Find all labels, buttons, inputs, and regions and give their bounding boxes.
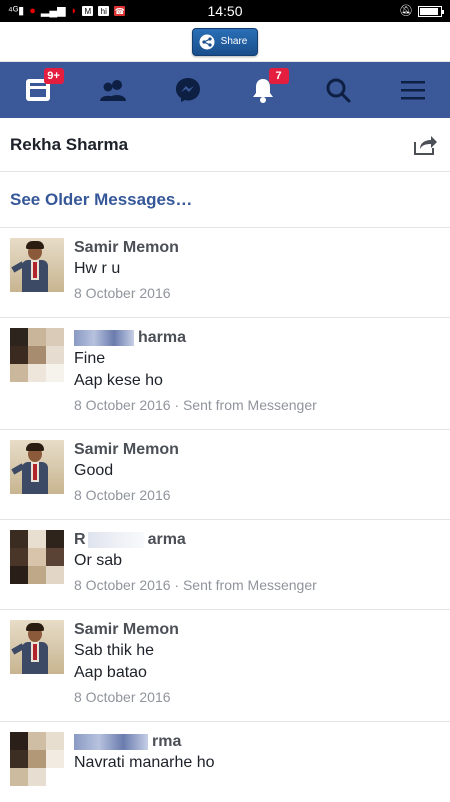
sender-name[interactable]: harma: [74, 328, 440, 348]
message-item[interactable]: Rarma Or sab 8 October 2016 · Sent from …: [0, 520, 450, 610]
status-left-icons: ⁴ᴳ▮ ● ▂▄▆ ◗ M hi ☎: [8, 4, 126, 17]
battery-icon: [418, 5, 444, 17]
nav-messenger[interactable]: [168, 70, 208, 110]
message-item[interactable]: harma Fine Aap kese ho 8 October 2016 · …: [0, 318, 450, 430]
nav-notifications[interactable]: 7: [243, 68, 289, 110]
signal-bars-icon: ▂▄▆: [40, 4, 66, 17]
share-label: Share: [220, 36, 248, 47]
thread-title: Rekha Sharma: [10, 134, 129, 154]
message-text: Hw r u: [74, 260, 121, 277]
see-older-messages-row: See Older Messages…: [0, 172, 450, 228]
blurred-name-fragment: [87, 531, 144, 548]
sender-name[interactable]: Rarma: [74, 530, 440, 550]
top-nav: 9+ 7: [0, 62, 450, 118]
message-item[interactable]: Samir Memon Good 8 October 2016: [0, 430, 450, 520]
messenger-icon: [175, 78, 200, 102]
signal-4g-icon: ⁴ᴳ▮: [8, 4, 25, 17]
nav-news-feed[interactable]: 9+: [18, 68, 64, 110]
friends-icon: [99, 80, 126, 101]
avatar[interactable]: [10, 620, 64, 674]
news-feed-badge: 9+: [43, 68, 64, 84]
blurred-name-fragment: [74, 329, 134, 346]
gmail-icon: M: [82, 6, 94, 16]
blurred-name-fragment: [74, 733, 148, 750]
message-meta: 8 October 2016: [74, 689, 171, 705]
share-button[interactable]: Share: [191, 27, 259, 56]
message-item[interactable]: Samir Memon Hw r u 8 October 2016: [0, 228, 450, 318]
message-meta: 8 October 2016: [74, 285, 171, 301]
avatar[interactable]: [10, 530, 64, 584]
nav-menu[interactable]: [393, 70, 433, 110]
airtel-icon: ◗: [70, 4, 78, 17]
vodafone-icon: ●: [29, 4, 36, 17]
avatar[interactable]: [10, 440, 64, 494]
thread-header: Rekha Sharma: [0, 118, 450, 172]
message-text: Good: [74, 462, 114, 479]
avatar[interactable]: [10, 328, 64, 382]
see-older-messages-link[interactable]: See Older Messages…: [10, 190, 192, 210]
avatar[interactable]: [10, 732, 64, 786]
message-meta: 8 October 2016: [74, 487, 171, 503]
message-item[interactable]: rma Navrati manarhe ho: [0, 722, 450, 802]
message-text: Aap batao: [74, 664, 147, 681]
message-text: Navrati manarhe ho: [74, 754, 215, 771]
message-text: Or sab: [74, 552, 123, 569]
share-icon: [199, 34, 215, 49]
sender-name[interactable]: Samir Memon: [74, 238, 440, 258]
message-text: Aap kese ho: [74, 372, 163, 389]
sender-name[interactable]: Samir Memon: [74, 620, 440, 640]
search-icon: [326, 78, 350, 103]
nav-friends[interactable]: [93, 70, 133, 110]
nav-search[interactable]: [318, 70, 358, 110]
message-meta: 8 October 2016 · Sent from Messenger: [74, 577, 317, 593]
message-item[interactable]: Samir Memon Sab thik he Aap batao 8 Octo…: [0, 610, 450, 722]
share-bar: Share: [0, 22, 450, 62]
message-text: Sab thik he: [74, 642, 155, 659]
sender-name[interactable]: rma: [74, 732, 440, 752]
message-meta: 8 October 2016 · Sent from Messenger: [74, 397, 317, 413]
avatar[interactable]: [10, 238, 64, 292]
message-text: Fine: [74, 350, 106, 367]
status-right-icons: 🔕︎: [399, 4, 444, 17]
hamburger-menu-icon: [400, 81, 425, 100]
notifications-badge: 7: [268, 68, 289, 84]
sender-name[interactable]: Samir Memon: [74, 440, 440, 460]
missed-call-icon: ☎: [114, 6, 126, 16]
share-thread-icon[interactable]: [412, 133, 438, 157]
silent-bell-icon: 🔕︎: [399, 4, 413, 17]
status-bar: ⁴ᴳ▮ ● ▂▄▆ ◗ M hi ☎ 14:50 🔕︎: [0, 0, 450, 22]
hike-icon: hi: [98, 6, 110, 16]
